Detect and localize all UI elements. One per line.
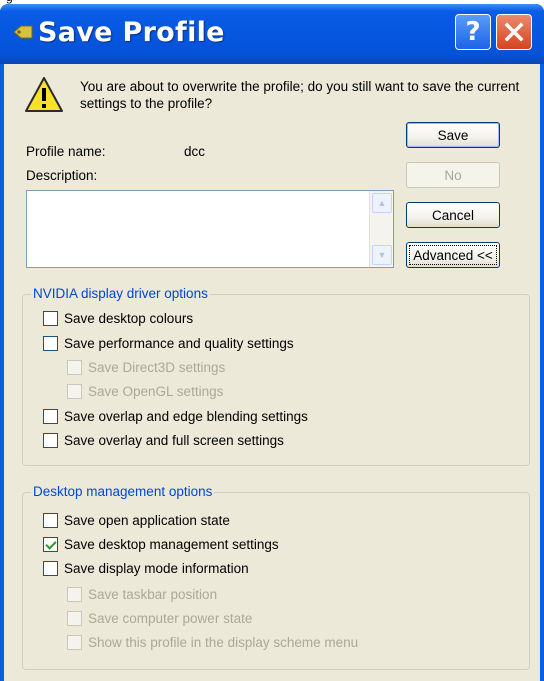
close-icon bbox=[504, 22, 524, 42]
profile-name-label: Profile name: bbox=[26, 144, 106, 159]
checkbox bbox=[67, 610, 82, 626]
option-save-display-mode-information[interactable]: Save display mode information bbox=[43, 559, 249, 577]
checkbox bbox=[67, 586, 82, 602]
option-save-open-application-state[interactable]: Save open application state bbox=[43, 511, 230, 529]
checkbox-label: Save overlap and edge blending settings bbox=[64, 408, 308, 424]
option-save-computer-power-state: Save computer power state bbox=[67, 609, 252, 627]
warning-icon bbox=[25, 77, 63, 112]
dialog-title: Save Profile bbox=[38, 17, 225, 48]
checkbox-label: Save open application state bbox=[64, 512, 230, 528]
option-save-opengl: Save OpenGL settings bbox=[67, 382, 223, 400]
checkbox[interactable] bbox=[43, 560, 58, 576]
checkbox-label: Save overlay and full screen settings bbox=[64, 432, 284, 448]
option-save-direct3d: Save Direct3D settings bbox=[67, 358, 225, 376]
checkbox-label: Save performance and quality settings bbox=[64, 335, 294, 351]
checkbox-label: Save OpenGL settings bbox=[88, 383, 224, 399]
save-button[interactable]: Save bbox=[406, 122, 500, 148]
title-bar[interactable]: Save Profile ? bbox=[0, 4, 544, 64]
checkbox bbox=[67, 634, 82, 650]
checkbox-label: Save Direct3D settings bbox=[88, 359, 226, 375]
checkbox bbox=[67, 359, 82, 375]
description-textarea[interactable]: ▲ ▼ bbox=[26, 190, 394, 268]
question-mark-icon: ? bbox=[465, 17, 481, 47]
checkbox bbox=[67, 383, 82, 399]
profile-name-value: dcc bbox=[184, 144, 206, 159]
advanced-button[interactable]: Advanced << bbox=[406, 242, 500, 268]
scroll-up-icon[interactable]: ▲ bbox=[372, 193, 392, 213]
checkbox-label: Save desktop management settings bbox=[64, 536, 279, 552]
checkbox-label: Save computer power state bbox=[88, 610, 253, 626]
checkbox-label: Show this profile in the display scheme … bbox=[88, 634, 359, 650]
option-save-desktop-colours[interactable]: Save desktop colours bbox=[43, 309, 193, 327]
option-save-overlap-edge-blending[interactable]: Save overlap and edge blending settings bbox=[43, 407, 308, 425]
checkbox[interactable] bbox=[43, 335, 58, 351]
nvidia-options-group: NVIDIA display driver options Save deskt… bbox=[22, 286, 530, 466]
option-save-overlay-full-screen[interactable]: Save overlay and full screen settings bbox=[43, 431, 284, 449]
save-profile-dialog: Save Profile ? You are about to overwrit… bbox=[0, 4, 544, 681]
checkbox[interactable] bbox=[43, 310, 58, 326]
option-save-desktop-management-settings[interactable]: Save desktop management settings bbox=[43, 535, 279, 553]
checkbox[interactable] bbox=[43, 432, 58, 448]
option-save-taskbar-position: Save taskbar position bbox=[67, 585, 217, 603]
desktop-management-options-group: Desktop management options Save open app… bbox=[22, 484, 530, 670]
checkbox-checked[interactable] bbox=[43, 536, 58, 552]
dialog-body: You are about to overwrite the profile; … bbox=[4, 64, 540, 681]
option-show-in-display-scheme-menu: Show this profile in the display scheme … bbox=[67, 633, 358, 651]
description-scrollbar[interactable]: ▲ ▼ bbox=[369, 191, 393, 267]
checkbox-label: Save taskbar position bbox=[88, 586, 218, 602]
description-label: Description: bbox=[26, 168, 98, 183]
profile-icon bbox=[13, 25, 33, 39]
close-button[interactable] bbox=[496, 14, 532, 50]
option-save-performance-quality[interactable]: Save performance and quality settings bbox=[43, 334, 294, 352]
desktop-management-options-title: Desktop management options bbox=[31, 484, 215, 499]
warning-message: You are about to overwrite the profile; … bbox=[80, 79, 520, 111]
checkbox[interactable] bbox=[43, 408, 58, 424]
nvidia-options-title: NVIDIA display driver options bbox=[31, 286, 210, 301]
no-button[interactable]: No bbox=[406, 162, 500, 188]
cancel-button[interactable]: Cancel bbox=[406, 202, 500, 228]
help-button[interactable]: ? bbox=[455, 14, 491, 50]
checkbox-label: Save display mode information bbox=[64, 560, 249, 576]
checkbox[interactable] bbox=[43, 512, 58, 528]
checkbox-label: Save desktop colours bbox=[64, 310, 194, 326]
scroll-down-icon[interactable]: ▼ bbox=[372, 245, 392, 265]
